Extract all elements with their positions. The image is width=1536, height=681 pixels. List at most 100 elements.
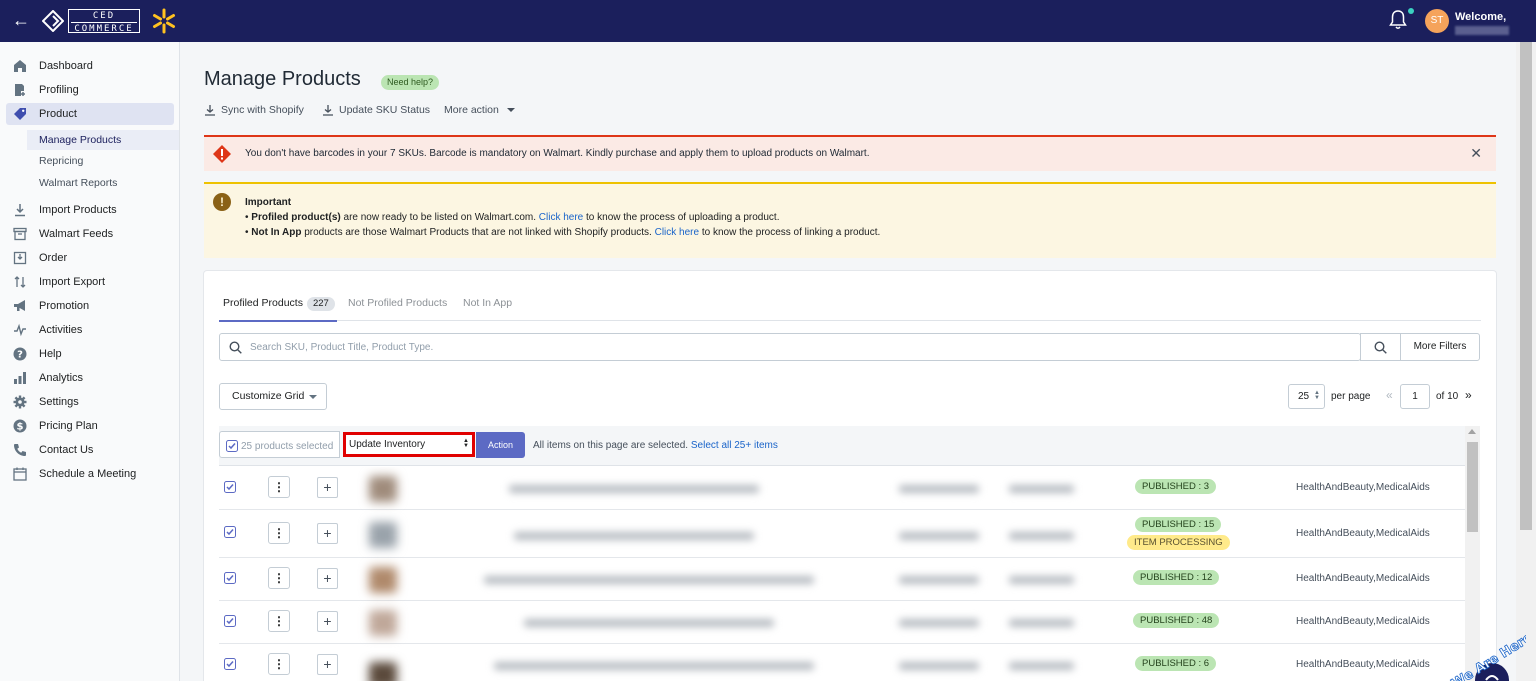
sidebar-item-help[interactable]: ? Help	[6, 343, 174, 365]
sidebar-item-walmart-feeds[interactable]: Walmart Feeds	[6, 223, 174, 245]
sidebar-item-label: Contact Us	[39, 444, 94, 456]
row-menu-button[interactable]: ⋮	[268, 653, 290, 675]
bell-icon[interactable]	[1388, 9, 1408, 31]
important-banner: ! Important • Profiled product(s) are no…	[204, 182, 1496, 258]
sidebar-item-label: Profiling	[39, 84, 79, 96]
table-row[interactable]: ⋮ + PUBLISHED : 15 ITEM PROCESSING Healt…	[219, 510, 1465, 558]
expand-row-button[interactable]: +	[317, 654, 338, 675]
dollar-icon: $	[12, 419, 28, 433]
status-badge: PUBLISHED : 6	[1135, 656, 1217, 671]
scrollbar-thumb[interactable]	[1467, 442, 1478, 532]
selected-count-label: 25 products selected	[241, 441, 334, 452]
important-line-2-text: products are those Walmart Products that…	[301, 227, 655, 238]
home-icon	[12, 59, 28, 73]
page-number-input[interactable]: 1	[1400, 384, 1430, 409]
sidebar-item-order[interactable]: Order	[6, 247, 174, 269]
sidebar-item-activities[interactable]: Activities	[6, 319, 174, 341]
linking-click-here-link[interactable]: Click here	[655, 227, 699, 238]
not-in-app-bold: Not In App	[251, 227, 302, 238]
status-badge: PUBLISHED : 3	[1135, 479, 1217, 494]
search-button[interactable]	[1360, 333, 1401, 361]
need-help-badge[interactable]: Need help?	[381, 75, 440, 90]
sidebar-item-settings[interactable]: Settings	[6, 391, 174, 413]
expand-row-button[interactable]: +	[317, 611, 338, 632]
status-badge: PUBLISHED : 12	[1133, 570, 1220, 585]
profile-doc-icon	[12, 83, 28, 97]
logo-line-1: CED	[92, 11, 116, 21]
sidebar-item-promotion[interactable]: Promotion	[6, 295, 174, 317]
sidebar-item-contact-us[interactable]: Contact Us	[6, 439, 174, 461]
scroll-up-icon[interactable]	[1468, 429, 1476, 434]
table-row[interactable]: ⋮ + PUBLISHED : 6 HealthAndBeauty,Medica…	[219, 644, 1465, 681]
search-icon	[1374, 341, 1387, 354]
sidebar-item-product[interactable]: Product	[6, 103, 174, 125]
uploading-click-here-link[interactable]: Click here	[539, 212, 583, 223]
more-filters-button[interactable]: More Filters	[1400, 333, 1480, 361]
caret-down-icon	[309, 395, 317, 399]
checkbox-checked-icon[interactable]	[224, 658, 236, 670]
welcome-text[interactable]: Welcome,	[1455, 11, 1506, 23]
sidebar-item-dashboard[interactable]: Dashboard	[6, 55, 174, 77]
close-icon[interactable]: ✕	[1470, 145, 1482, 162]
table-row[interactable]: ⋮ + PUBLISHED : 48 HealthAndBeauty,Medic…	[219, 601, 1465, 644]
important-line-1: • Profiled product(s) are now ready to b…	[245, 212, 780, 223]
sidebar-subitem-walmart-reports[interactable]: Walmart Reports	[27, 173, 179, 193]
page-scrollbar[interactable]	[1516, 42, 1536, 681]
sidebar-item-label: Analytics	[39, 372, 84, 384]
per-page-label: per page	[1331, 391, 1371, 402]
checkbox-checked-icon[interactable]	[224, 526, 236, 538]
row-menu-button[interactable]: ⋮	[268, 476, 290, 498]
checkbox-checked-icon[interactable]	[224, 481, 236, 493]
sidebar: Dashboard Profiling Product Manage Produ…	[0, 42, 180, 681]
bulk-action-bar: 25 products selected Update Inventory ▲ ▼…	[219, 426, 1480, 466]
last-page-icon[interactable]: »	[1465, 388, 1472, 402]
sidebar-item-import-export[interactable]: Import Export	[6, 271, 174, 293]
tab-profiled-products[interactable]: Profiled Products 227	[223, 297, 335, 311]
checkbox-checked-icon[interactable]	[224, 572, 236, 584]
item-processing-badge: ITEM PROCESSING	[1127, 535, 1230, 550]
expand-row-button[interactable]: +	[317, 523, 338, 544]
cedcommerce-wordmark[interactable]: CED COMMERCE	[68, 9, 140, 34]
per-page-select[interactable]: 25 ▲ ▼	[1288, 384, 1325, 409]
sidebar-item-import-products[interactable]: Import Products	[6, 199, 174, 221]
customize-grid-button[interactable]: Customize Grid	[219, 383, 327, 410]
sidebar-item-schedule-meeting[interactable]: Schedule a Meeting	[6, 463, 174, 485]
chat-widget[interactable]: We Are Here!	[1436, 614, 1526, 681]
select-all-link[interactable]: Select all 25+ items	[691, 440, 778, 451]
action-button[interactable]: Action	[476, 432, 525, 458]
calendar-icon	[12, 467, 28, 481]
customize-grid-label: Customize Grid	[232, 390, 305, 402]
important-title: Important	[245, 197, 292, 208]
row-menu-button[interactable]: ⋮	[268, 567, 290, 589]
select-all-checkbox[interactable]: 25 products selected	[219, 431, 340, 458]
sidebar-item-pricing-plan[interactable]: $ Pricing Plan	[6, 415, 174, 437]
important-line-2: • Not In App products are those Walmart …	[245, 227, 881, 238]
checkbox-checked-icon[interactable]	[224, 615, 236, 627]
first-page-icon[interactable]: «	[1386, 388, 1393, 402]
category-cell: HealthAndBeauty,MedicalAids	[1296, 482, 1430, 493]
table-row[interactable]: ⋮ + PUBLISHED : 12 HealthAndBeauty,Medic…	[219, 558, 1465, 601]
row-menu-button[interactable]: ⋮	[268, 522, 290, 544]
sidebar-item-profiling[interactable]: Profiling	[6, 79, 174, 101]
arrow-left-icon[interactable]: ←	[12, 11, 30, 29]
search-input[interactable]: Search SKU, Product Title, Product Type.	[219, 333, 1361, 361]
table-row[interactable]: ⋮ + PUBLISHED : 3 HealthAndBeauty,Medica…	[219, 467, 1465, 510]
sidebar-item-label: Import Export	[39, 276, 106, 288]
row-menu-button[interactable]: ⋮	[268, 610, 290, 632]
sync-shopify-button[interactable]: Sync with Shopify	[204, 103, 304, 117]
avatar[interactable]: ST	[1425, 9, 1449, 33]
tab-not-in-app[interactable]: Not In App	[463, 297, 512, 309]
expand-row-button[interactable]: +	[317, 568, 338, 589]
product-tabs: Profiled Products 227 Not Profiled Produc…	[219, 291, 1481, 322]
sidebar-item-analytics[interactable]: Analytics	[6, 367, 174, 389]
update-sku-status-button[interactable]: Update SKU Status	[322, 103, 430, 117]
sidebar-subitem-repricing[interactable]: Repricing	[27, 151, 179, 171]
page-scrollbar-thumb[interactable]	[1520, 42, 1532, 530]
sort-arrows-icon	[12, 275, 28, 289]
expand-row-button[interactable]: +	[317, 477, 338, 498]
price-redacted	[1009, 532, 1074, 540]
sidebar-subitem-manage-products[interactable]: Manage Products	[27, 130, 179, 150]
tab-not-profiled-products[interactable]: Not Profiled Products	[348, 297, 447, 309]
bulk-action-select[interactable]: Update Inventory ▲ ▼	[343, 432, 475, 457]
more-action-button[interactable]: More action	[444, 103, 515, 117]
